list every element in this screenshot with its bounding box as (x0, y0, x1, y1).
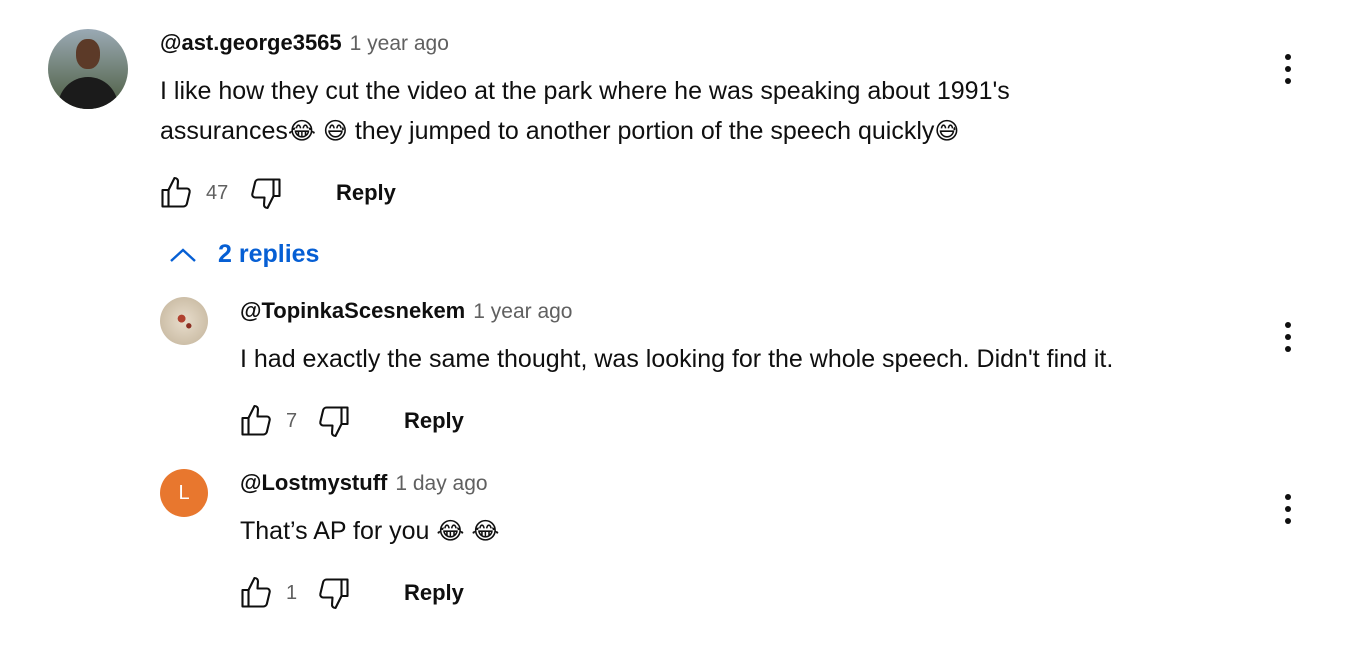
replies-count-label: 2 replies (218, 240, 320, 268)
more-vert-icon[interactable] (1276, 317, 1300, 357)
thumbs-up-icon (241, 576, 271, 608)
reply-actions: 1 Reply (236, 573, 474, 613)
chevron-up-icon (170, 247, 196, 262)
avatar[interactable] (48, 29, 128, 109)
avatar[interactable]: L (160, 469, 208, 517)
more-vert-icon[interactable] (1276, 49, 1300, 89)
reply-button[interactable]: Reply (394, 574, 474, 612)
like-count: 1 (286, 581, 298, 604)
more-vert-icon[interactable] (1276, 489, 1300, 529)
reply-header: @Lostmystuff 1 day ago (240, 470, 488, 496)
like-button[interactable] (236, 401, 276, 441)
thumbs-down-icon (251, 178, 281, 210)
reply-text: I had exactly the same thought, was look… (240, 345, 1114, 373)
thumbs-down-icon (319, 578, 349, 610)
like-count: 7 (286, 409, 298, 432)
reply-actions: 7 Reply (236, 401, 474, 441)
emoji: 😂 (471, 517, 500, 545)
dislike-button[interactable] (314, 401, 354, 441)
thumbs-up-icon (241, 404, 271, 436)
reply-button[interactable]: Reply (326, 174, 406, 212)
like-button[interactable] (236, 573, 276, 613)
emoji: 😅 (322, 117, 348, 145)
replies-toggle-button[interactable]: 2 replies (168, 240, 319, 269)
like-button[interactable] (156, 173, 196, 213)
comment-text: I like how they cut the video at the par… (160, 71, 1010, 151)
reply-text: That’s AP for you 😂 😂 (240, 517, 500, 545)
comment-actions: 47 Reply (156, 173, 406, 213)
emoji: 😅 (934, 117, 960, 145)
reply-header: @TopinkaScesnekem 1 year ago (240, 298, 573, 324)
thumbs-up-icon (161, 176, 191, 208)
emoji: 😂 (436, 517, 465, 545)
reply-time[interactable]: 1 year ago (473, 300, 572, 324)
comment-header: @ast.george3565 1 year ago (160, 30, 449, 56)
reply-author[interactable]: @Lostmystuff (240, 470, 387, 496)
emoji: 😂 (287, 117, 316, 145)
like-count: 47 (206, 181, 229, 204)
comment-author[interactable]: @ast.george3565 (160, 30, 342, 56)
reply-author[interactable]: @TopinkaScesnekem (240, 298, 465, 324)
reply-button[interactable]: Reply (394, 402, 474, 440)
comment-text-line: I like how they cut the video at the par… (160, 77, 1010, 105)
avatar[interactable] (160, 297, 208, 345)
dislike-button[interactable] (314, 573, 354, 613)
reply-time[interactable]: 1 day ago (395, 472, 487, 496)
thumbs-down-icon (319, 406, 349, 438)
dislike-button[interactable] (246, 173, 286, 213)
avatar-letter: L (178, 481, 190, 504)
comment-text-line: assurances😂 😅 they jumped to another por… (160, 117, 960, 145)
comment-time[interactable]: 1 year ago (350, 32, 449, 56)
